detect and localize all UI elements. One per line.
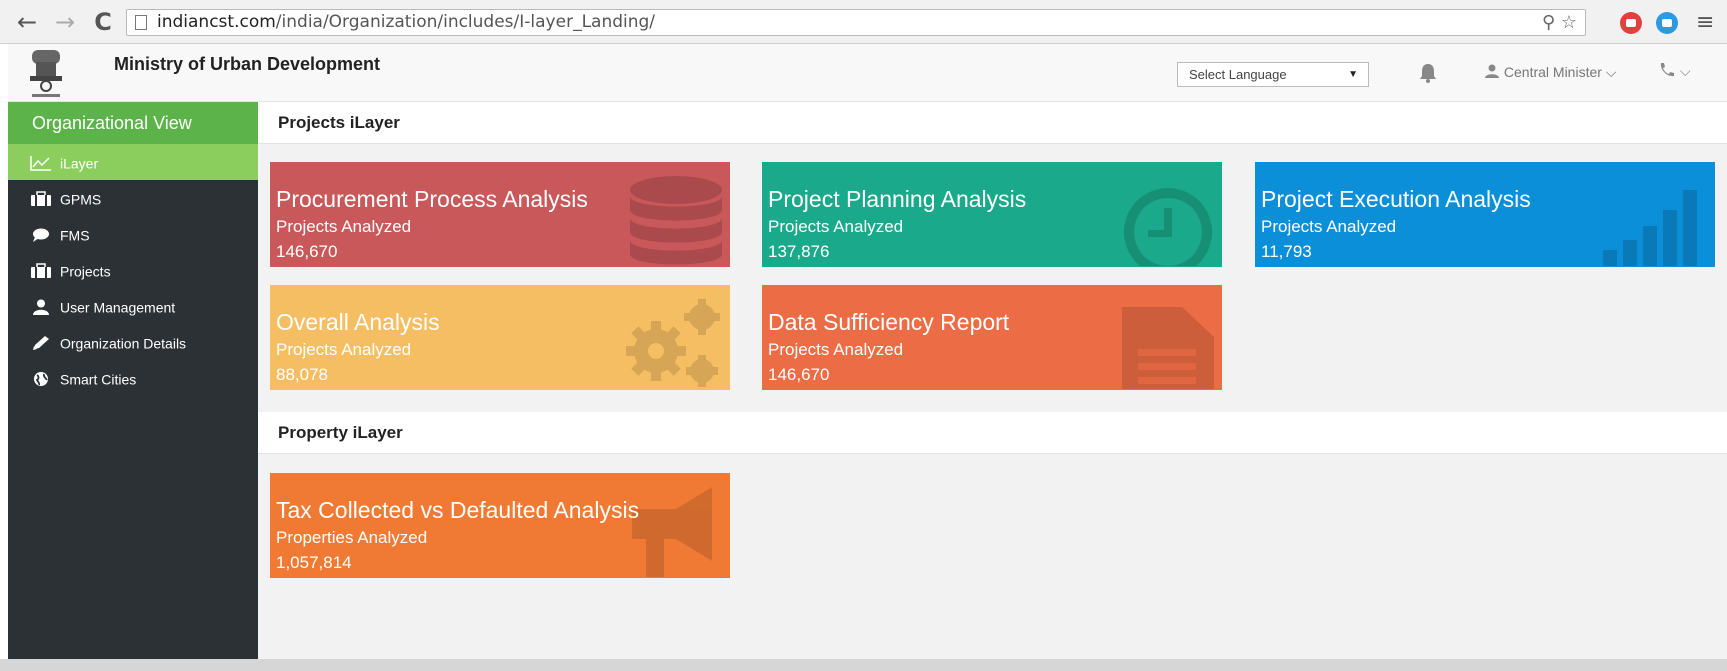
sidebar-item-label: User Management — [60, 299, 176, 316]
main-content: Projects iLayer Procurement Process Anal… — [258, 102, 1727, 659]
footer-strip — [0, 659, 1727, 671]
tile-title: Tax Collected vs Defaulted Analysis — [276, 497, 640, 523]
phone-menu[interactable]: ⌵ — [1658, 62, 1698, 84]
sidebar-item-label: Smart Cities — [60, 371, 137, 388]
tile-subtitle: Projects Analyzed — [276, 340, 412, 359]
tile-value: 11,793 — [1261, 242, 1312, 261]
tile-value: 137,876 — [768, 242, 830, 261]
tile-title: Overall Analysis — [276, 309, 440, 335]
back-arrow-icon[interactable]: ← — [12, 8, 42, 36]
tile-value: 146,670 — [276, 242, 338, 261]
tile-value: 88,078 — [276, 365, 328, 384]
tile-subtitle: Projects Analyzed — [768, 217, 904, 236]
section-projects-ilayer-title: Projects iLayer — [258, 102, 1727, 144]
reload-icon[interactable]: C — [88, 8, 118, 36]
sidebar-item-gpms[interactable]: GPMS — [8, 180, 258, 216]
user-icon — [33, 299, 49, 316]
tile-title: Data Sufficiency Report — [768, 309, 1010, 335]
url-host: indiancst.com — [157, 12, 276, 32]
tile-subtitle: Projects Analyzed — [276, 217, 412, 236]
sidebar-item-fms[interactable]: FMS — [8, 216, 258, 252]
sidebar-item-label: GPMS — [60, 191, 102, 208]
sidebar-item-label: Organization Details — [60, 335, 187, 352]
extension-red-icon[interactable] — [1620, 12, 1642, 34]
sidebar-item-organization-details[interactable]: Organization Details — [8, 324, 258, 360]
briefcase-icon — [31, 263, 51, 279]
chevron-down-icon: ⌵ — [1679, 63, 1691, 79]
national-emblem-icon — [30, 50, 62, 97]
browser-toolbar: ← → C indiancst.com/india/Organization/i… — [0, 0, 1727, 44]
user-menu[interactable]: Central Minister ⌵ — [1484, 64, 1616, 81]
sidebar: Organizational View iLayer GPMS FMS Proj… — [8, 102, 258, 659]
url-path: /india/Organization/includes/I-layer_Lan… — [275, 12, 656, 32]
tile-subtitle: Projects Analyzed — [1261, 217, 1397, 236]
tile-title: Project Execution Analysis — [1261, 186, 1531, 212]
document-icon — [1122, 307, 1214, 389]
tile-data-sufficiency-report[interactable]: Data Sufficiency Report Projects Analyze… — [762, 285, 1222, 390]
sidebar-item-smart-cities[interactable]: Smart Cities — [8, 360, 258, 396]
megaphone-icon — [632, 487, 712, 577]
tile-project-execution-analysis[interactable]: Project Execution Analysis Projects Anal… — [1255, 162, 1715, 267]
section-property-ilayer-title: Property iLayer — [258, 412, 1727, 454]
tile-title: Project Planning Analysis — [768, 186, 1027, 212]
browser-menu-icon[interactable]: ≡ — [1696, 10, 1714, 35]
sidebar-heading: Organizational View — [8, 102, 258, 144]
extension-blue-icon[interactable] — [1656, 12, 1678, 34]
tile-value: 146,670 — [768, 365, 830, 384]
sidebar-item-user-management[interactable]: User Management — [8, 288, 258, 324]
tile-value: 1,057,814 — [276, 553, 352, 572]
zoom-star-icons[interactable]: ⚲ ☆ — [1542, 10, 1577, 35]
pencil-icon — [33, 336, 49, 351]
sidebar-item-label: iLayer — [60, 155, 99, 172]
ministry-title: Ministry of Urban Development — [114, 54, 381, 74]
page-icon — [135, 15, 147, 30]
address-bar[interactable]: indiancst.com/india/Organization/include… — [126, 9, 1586, 36]
language-select[interactable]: Select Language ▼ — [1177, 62, 1369, 87]
tile-overall-analysis[interactable]: Overall Analysis Projects Analyzed 88,07… — [270, 285, 730, 390]
phone-icon — [1660, 63, 1674, 77]
sidebar-item-projects[interactable]: Projects — [8, 252, 258, 288]
comment-icon — [33, 228, 49, 243]
sidebar-item-ilayer[interactable]: iLayer — [8, 144, 258, 180]
app-header: Ministry of Urban Development Select Lan… — [8, 44, 1727, 102]
tile-procurement-process-analysis[interactable]: Procurement Process Analysis Projects An… — [270, 162, 730, 267]
gears-icon — [626, 299, 720, 387]
briefcase-icon — [31, 191, 51, 207]
user-icon — [1485, 64, 1499, 78]
language-select-value: Select Language — [1189, 67, 1287, 82]
tile-tax-collected-vs-defaulted-analysis[interactable]: Tax Collected vs Defaulted Analysis Prop… — [270, 473, 730, 578]
forward-arrow-icon[interactable]: → — [50, 8, 80, 36]
tile-subtitle: Projects Analyzed — [768, 340, 904, 359]
dropdown-arrow-icon: ▼ — [1348, 69, 1358, 80]
tile-project-planning-analysis[interactable]: Project Planning Analysis Projects Analy… — [762, 162, 1222, 267]
bar-chart-icon — [1603, 190, 1697, 266]
tile-title: Procurement Process Analysis — [276, 186, 588, 212]
sidebar-item-label: FMS — [60, 227, 90, 244]
clock-icon — [1124, 188, 1212, 266]
line-chart-icon — [30, 156, 51, 172]
tile-subtitle: Properties Analyzed — [276, 528, 428, 547]
page-left-edge — [0, 44, 8, 659]
chevron-down-icon: ⌵ — [1605, 64, 1617, 80]
globe-icon — [34, 372, 48, 387]
bell-icon[interactable] — [1417, 62, 1439, 84]
sidebar-item-label: Projects — [60, 263, 111, 280]
user-name: Central Minister — [1503, 64, 1602, 80]
database-icon — [630, 176, 722, 265]
